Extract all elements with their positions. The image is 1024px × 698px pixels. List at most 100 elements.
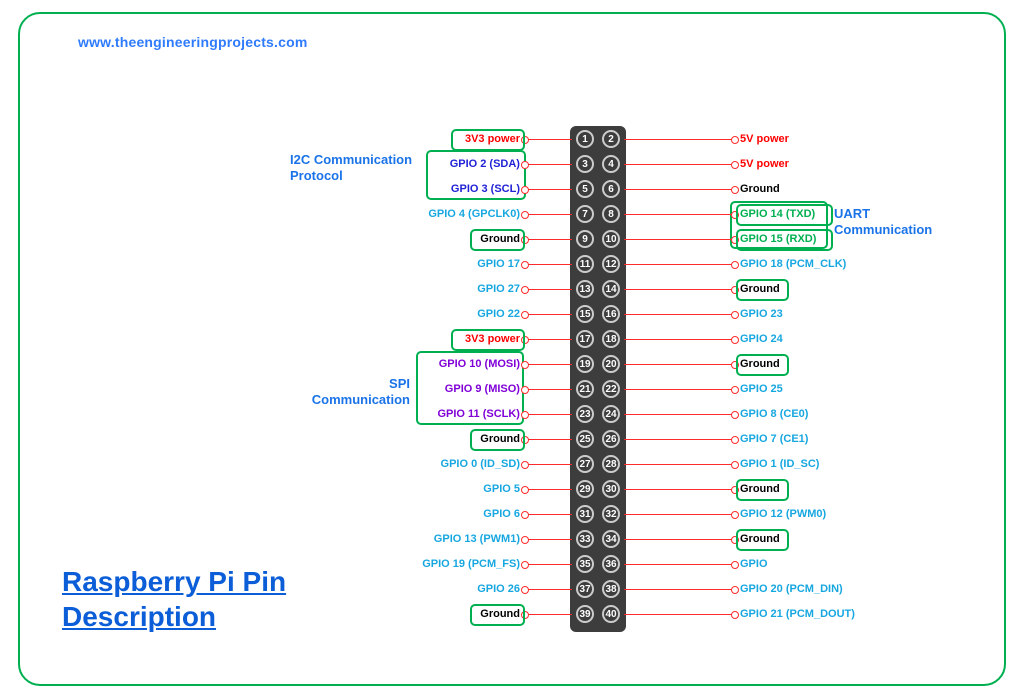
pin-8: 8 (602, 205, 620, 223)
pin-32: 32 (602, 505, 620, 523)
pin-row: 17 18 3V3 power GPIO 24 (0, 330, 1024, 348)
pin-row: 21 22 GPIO 9 (MISO) GPIO 25 (0, 380, 1024, 398)
pin-15: 15 (576, 305, 594, 323)
pin-36: 36 (602, 555, 620, 573)
pin-row: 33 34 GPIO 13 (PWM1) Ground (0, 530, 1024, 548)
pin-37: 37 (576, 580, 594, 598)
pin-label-19: GPIO 10 (MOSI) (425, 358, 520, 370)
pin-label-3: GPIO 2 (SDA) (438, 158, 520, 170)
pin-row: 29 30 GPIO 5 Ground (0, 480, 1024, 498)
pin-label-12: GPIO 18 (PCM_CLK) (740, 258, 846, 270)
pin-38: 38 (602, 580, 620, 598)
pin-33: 33 (576, 530, 594, 548)
pin-row: 19 20 GPIO 10 (MOSI) Ground (0, 355, 1024, 373)
pin-label-4: 5V power (740, 158, 789, 170)
pin-17: 17 (576, 330, 594, 348)
pin-3: 3 (576, 155, 594, 173)
pin-18: 18 (602, 330, 620, 348)
pin-row: 31 32 GPIO 6 GPIO 12 (PWM0) (0, 505, 1024, 523)
pin-label-33: GPIO 13 (PWM1) (425, 533, 520, 545)
pin-row: 12 3V3 power 5V power (0, 130, 1024, 148)
pin-row: 35 36 GPIO 19 (PCM_FS) GPIO (0, 555, 1024, 573)
pin-12: 12 (602, 255, 620, 273)
pin-label-14: Ground (740, 283, 780, 295)
pin-label-25: Ground (475, 433, 520, 445)
pin-label-15: GPIO 22 (469, 308, 520, 320)
pin-row: 11 12 GPIO 17 GPIO 18 (PCM_CLK) (0, 255, 1024, 273)
pin-label-38: GPIO 20 (PCM_DIN) (740, 583, 843, 595)
pin-row: 23 24 GPIO 11 (SCLK) GPIO 8 (CE0) (0, 405, 1024, 423)
pin-27: 27 (576, 455, 594, 473)
pin-4: 4 (602, 155, 620, 173)
pin-19: 19 (576, 355, 594, 373)
pin-label-40: GPIO 21 (PCM_DOUT) (740, 608, 855, 620)
pin-13: 13 (576, 280, 594, 298)
pin-39: 39 (576, 605, 594, 623)
pin-label-30: Ground (740, 483, 780, 495)
pin-label-11: GPIO 17 (469, 258, 520, 270)
pin-label-1: 3V3 power (456, 133, 520, 145)
pin-label-7: GPIO 4 (GPCLK0) (419, 208, 520, 220)
pin-34: 34 (602, 530, 620, 548)
pin-20: 20 (602, 355, 620, 373)
pin-row: 13 14 GPIO 27 Ground (0, 280, 1024, 298)
pin-6: 6 (602, 180, 620, 198)
pin-label-9: Ground (475, 233, 520, 245)
pin-diagram: I2C Communication Protocol SPI Communica… (0, 0, 1024, 698)
pin-label-20: Ground (740, 358, 780, 370)
pin-row: 2526GroundGPIO 7 (CE1) (0, 430, 1024, 448)
pin-16: 16 (602, 305, 620, 323)
pin-label-24: GPIO 8 (CE0) (740, 408, 808, 420)
pin-7: 7 (576, 205, 594, 223)
pin-21: 21 (576, 380, 594, 398)
pin-row: 39 40 Ground GPIO 21 (PCM_DOUT) (0, 605, 1024, 623)
pin-label-10: GPIO 15 (RXD) (740, 233, 816, 245)
pin-label-21: GPIO 9 (MISO) (431, 383, 520, 395)
pin-label-17: 3V3 power (456, 333, 520, 345)
pin-label-36: GPIO (740, 558, 768, 570)
pin-1: 1 (576, 130, 594, 148)
pin-row: 15 16 GPIO 22 GPIO 23 (0, 305, 1024, 323)
pin-label-2: 5V power (740, 133, 789, 145)
pin-row: 910GroundGPIO 15 (RXD) (0, 230, 1024, 248)
pin-label-18: GPIO 24 (740, 333, 783, 345)
pin-row: 56 GPIO 3 (SCL) Ground (0, 180, 1024, 198)
pin-row: 37 38 GPIO 26 GPIO 20 (PCM_DIN) (0, 580, 1024, 598)
pin-30: 30 (602, 480, 620, 498)
pin-22: 22 (602, 380, 620, 398)
pin-row: 34 GPIO 2 (SDA) 5V power (0, 155, 1024, 173)
pin-31: 31 (576, 505, 594, 523)
pin-label-32: GPIO 12 (PWM0) (740, 508, 826, 520)
pin-label-8: GPIO 14 (TXD) (740, 208, 815, 220)
pin-40: 40 (602, 605, 620, 623)
pin-23: 23 (576, 405, 594, 423)
pin-label-26: GPIO 7 (CE1) (740, 433, 808, 445)
pin-5: 5 (576, 180, 594, 198)
pin-label-23: GPIO 11 (SCLK) (425, 408, 520, 420)
pin-29: 29 (576, 480, 594, 498)
pin-label-35: GPIO 19 (PCM_FS) (413, 558, 520, 570)
pin-11: 11 (576, 255, 594, 273)
pin-35: 35 (576, 555, 594, 573)
pin-label-28: GPIO 1 (ID_SC) (740, 458, 819, 470)
pin-2: 2 (602, 130, 620, 148)
pin-label-37: GPIO 26 (469, 583, 520, 595)
pin-label-6: Ground (740, 183, 780, 195)
pin-label-13: GPIO 27 (469, 283, 520, 295)
pin-24: 24 (602, 405, 620, 423)
pin-label-31: GPIO 6 (475, 508, 520, 520)
page: www.theengineeringprojects.com Raspberry… (0, 0, 1024, 698)
pin-label-27: GPIO 0 (ID_SD) (425, 458, 520, 470)
pin-25: 25 (576, 430, 594, 448)
pin-label-39: Ground (475, 608, 520, 620)
pin-28: 28 (602, 455, 620, 473)
pin-label-22: GPIO 25 (740, 383, 783, 395)
pin-label-34: Ground (740, 533, 780, 545)
pin-14: 14 (602, 280, 620, 298)
pin-label-5: GPIO 3 (SCL) (438, 183, 520, 195)
pin-label-29: GPIO 5 (475, 483, 520, 495)
pin-row: 27 28 GPIO 0 (ID_SD) GPIO 1 (ID_SC) (0, 455, 1024, 473)
pin-10: 10 (602, 230, 620, 248)
pin-label-16: GPIO 23 (740, 308, 783, 320)
pin-row: 78 GPIO 4 (GPCLK0) GPIO 14 (TXD) (0, 205, 1024, 223)
